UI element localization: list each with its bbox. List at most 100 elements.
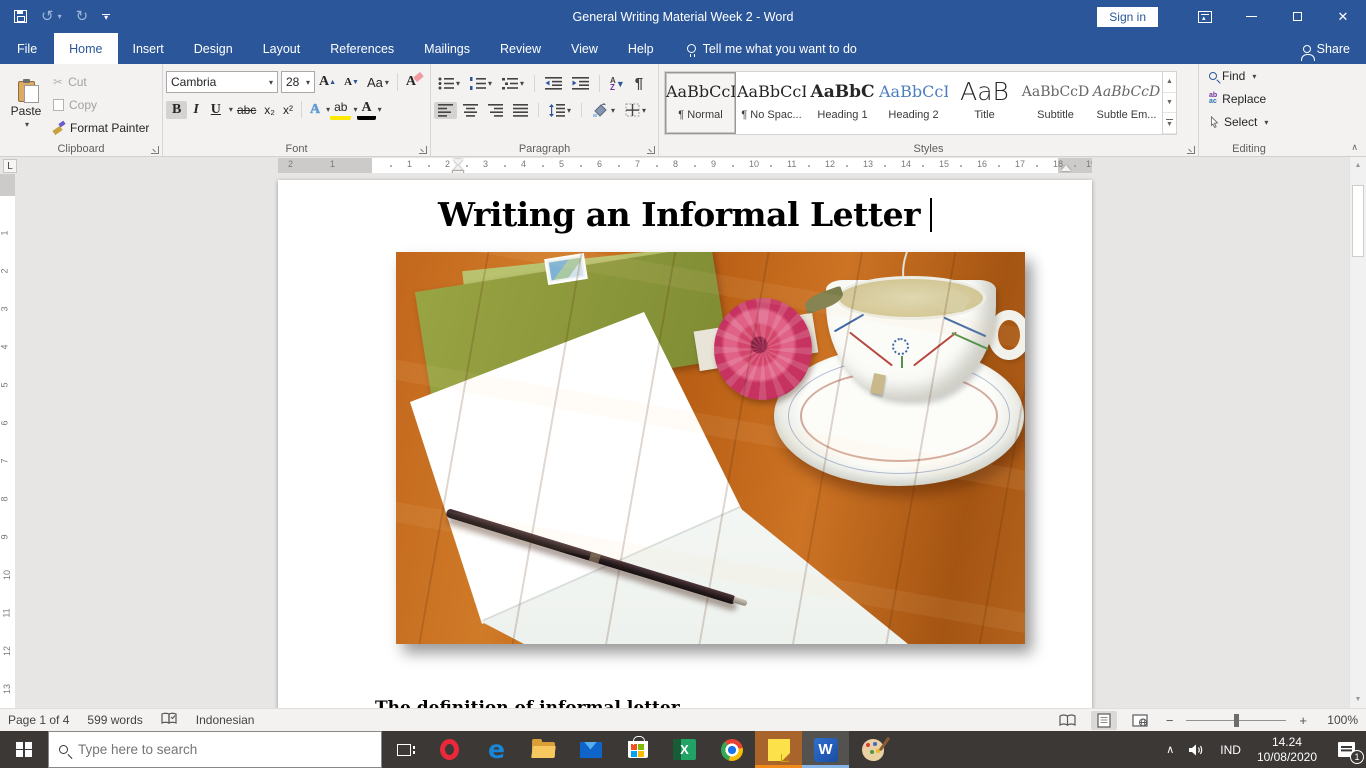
read-mode-button[interactable] xyxy=(1055,711,1081,730)
bold-button[interactable]: B xyxy=(166,101,187,119)
line-spacing-button[interactable]: ▾ xyxy=(545,102,575,119)
font-color-dropdown-icon[interactable]: ▾ xyxy=(378,105,382,114)
paste-button[interactable]: Paste ▾ xyxy=(3,69,49,140)
document-image[interactable] xyxy=(396,252,1025,644)
document-title[interactable]: Writing an Informal Letter xyxy=(278,195,1092,234)
tell-me-box[interactable]: Tell me what you want to do xyxy=(687,33,857,64)
paste-dropdown-icon[interactable]: ▾ xyxy=(25,120,29,129)
taskbar-edge[interactable]: e xyxy=(473,731,520,768)
redo-icon[interactable]: ↻ xyxy=(76,9,89,24)
taskbar-mail[interactable] xyxy=(567,731,614,768)
align-center-button[interactable] xyxy=(459,102,482,119)
superscript-button[interactable]: x² xyxy=(279,101,297,119)
action-center-button[interactable]: 1 xyxy=(1326,731,1366,768)
font-dialog-launcher-icon[interactable] xyxy=(419,146,427,154)
grow-font-button[interactable]: A▲ xyxy=(315,72,340,92)
tab-help[interactable]: Help xyxy=(613,33,669,64)
change-case-button[interactable]: Aa▾ xyxy=(363,73,393,92)
show-hide-pilcrow-button[interactable]: ¶ xyxy=(631,73,647,94)
zoom-slider[interactable] xyxy=(1186,720,1286,721)
cut-button[interactable]: ✂Cut xyxy=(49,71,153,93)
text-effects-button[interactable]: A xyxy=(306,100,324,120)
tab-stop-selector[interactable]: L xyxy=(3,159,17,173)
text-highlight-button[interactable]: ab xyxy=(330,99,351,120)
tab-mailings[interactable]: Mailings xyxy=(409,33,485,64)
tray-chevron-icon[interactable]: ∧ xyxy=(1159,731,1181,768)
style-heading-1[interactable]: AaBbCHeading 1 xyxy=(807,72,878,134)
v-ruler[interactable]: 12345678910111213 xyxy=(0,174,15,708)
align-left-button[interactable] xyxy=(434,102,457,119)
select-button[interactable]: Select▾ xyxy=(1205,112,1293,132)
style-subtitle[interactable]: AaBbCcDSubtitle xyxy=(1020,72,1091,134)
format-painter-button[interactable]: Format Painter xyxy=(49,117,153,139)
taskbar-file-explorer[interactable] xyxy=(520,731,567,768)
tab-insert[interactable]: Insert xyxy=(118,33,179,64)
undo-icon[interactable]: ↺ xyxy=(41,9,54,24)
sign-in-button[interactable]: Sign in xyxy=(1097,7,1158,27)
language-indicator[interactable]: Indonesian xyxy=(196,713,255,727)
undo-dropdown-icon[interactable]: ▾ xyxy=(58,12,62,21)
decrease-indent-button[interactable] xyxy=(541,75,566,92)
find-button[interactable]: Find▾ xyxy=(1205,66,1293,86)
print-layout-button[interactable] xyxy=(1091,711,1117,730)
borders-button[interactable]: ▾ xyxy=(621,101,650,119)
align-right-button[interactable] xyxy=(484,102,507,119)
taskbar-search[interactable] xyxy=(48,731,382,768)
zoom-slider-handle[interactable] xyxy=(1234,714,1239,727)
clear-formatting-button[interactable]: A xyxy=(402,72,420,92)
style-title[interactable]: AaBTitle xyxy=(949,72,1020,134)
taskbar-opera[interactable] xyxy=(426,731,473,768)
minimize-button[interactable] xyxy=(1228,0,1274,33)
taskbar-excel[interactable]: X xyxy=(661,731,708,768)
start-button[interactable] xyxy=(0,731,48,768)
customize-quick-access-icon[interactable]: ▾ xyxy=(102,14,110,20)
scroll-down-icon[interactable]: ▼ xyxy=(1350,696,1366,703)
copy-button[interactable]: Copy xyxy=(49,94,153,116)
tab-view[interactable]: View xyxy=(556,33,613,64)
restore-button[interactable] xyxy=(1274,0,1320,33)
share-button[interactable]: Share xyxy=(1303,33,1366,64)
save-icon[interactable] xyxy=(14,10,27,23)
italic-button[interactable]: I xyxy=(187,101,204,119)
strikethrough-button[interactable]: abc xyxy=(233,101,260,119)
scroll-up-icon[interactable]: ▲ xyxy=(1350,162,1366,169)
zoom-in-button[interactable]: + xyxy=(1296,713,1310,728)
proofing-icon[interactable] xyxy=(161,712,178,729)
underline-button[interactable]: U xyxy=(205,101,227,119)
taskbar-word[interactable]: W xyxy=(802,731,849,768)
subscript-button[interactable]: x₂ xyxy=(260,101,279,119)
web-layout-button[interactable] xyxy=(1127,711,1153,730)
left-indent-marker[interactable] xyxy=(453,171,463,173)
multilevel-list-button[interactable]: ▾ xyxy=(498,75,528,92)
styles-dialog-launcher-icon[interactable] xyxy=(1187,146,1195,154)
bullets-button[interactable]: ▾ xyxy=(434,75,464,92)
font-color-button[interactable]: A xyxy=(357,99,375,120)
clock[interactable]: 14.24 10/08/2020 xyxy=(1248,735,1326,765)
styles-scroll-down-icon[interactable]: ▼ xyxy=(1163,93,1176,114)
paragraph-dialog-launcher-icon[interactable] xyxy=(647,146,655,154)
task-view-button[interactable] xyxy=(382,731,426,768)
shading-button[interactable]: ▾ xyxy=(588,101,619,119)
h-ruler[interactable]: 2112345678910111213141516171819 xyxy=(278,158,1092,173)
taskbar-store[interactable] xyxy=(614,731,661,768)
search-input[interactable] xyxy=(78,742,318,757)
taskbar-chrome[interactable] xyxy=(708,731,755,768)
shrink-font-button[interactable]: A▼ xyxy=(340,74,363,90)
language-tray[interactable]: IND xyxy=(1213,731,1248,768)
replace-button[interactable]: abacReplace xyxy=(1205,89,1293,109)
increase-indent-button[interactable] xyxy=(568,75,593,92)
numbering-button[interactable]: ▾ xyxy=(466,75,496,92)
tab-references[interactable]: References xyxy=(315,33,409,64)
word-count[interactable]: 599 words xyxy=(87,713,142,727)
close-button[interactable]: ✕ xyxy=(1320,0,1366,33)
tab-design[interactable]: Design xyxy=(179,33,248,64)
volume-icon[interactable] xyxy=(1181,731,1213,768)
zoom-level[interactable]: 100% xyxy=(1320,713,1358,727)
document-page[interactable]: Writing an Informal Letter xyxy=(278,180,1092,708)
style-normal[interactable]: AaBbCcD¶ Normal xyxy=(665,72,736,134)
page-indicator[interactable]: Page 1 of 4 xyxy=(8,713,69,727)
justify-button[interactable] xyxy=(509,102,532,119)
style-subtle-emphasis[interactable]: AaBbCcDSubtle Em... xyxy=(1091,72,1162,134)
tab-file[interactable]: File xyxy=(0,33,54,64)
styles-scroll-up-icon[interactable]: ▲ xyxy=(1163,72,1176,93)
